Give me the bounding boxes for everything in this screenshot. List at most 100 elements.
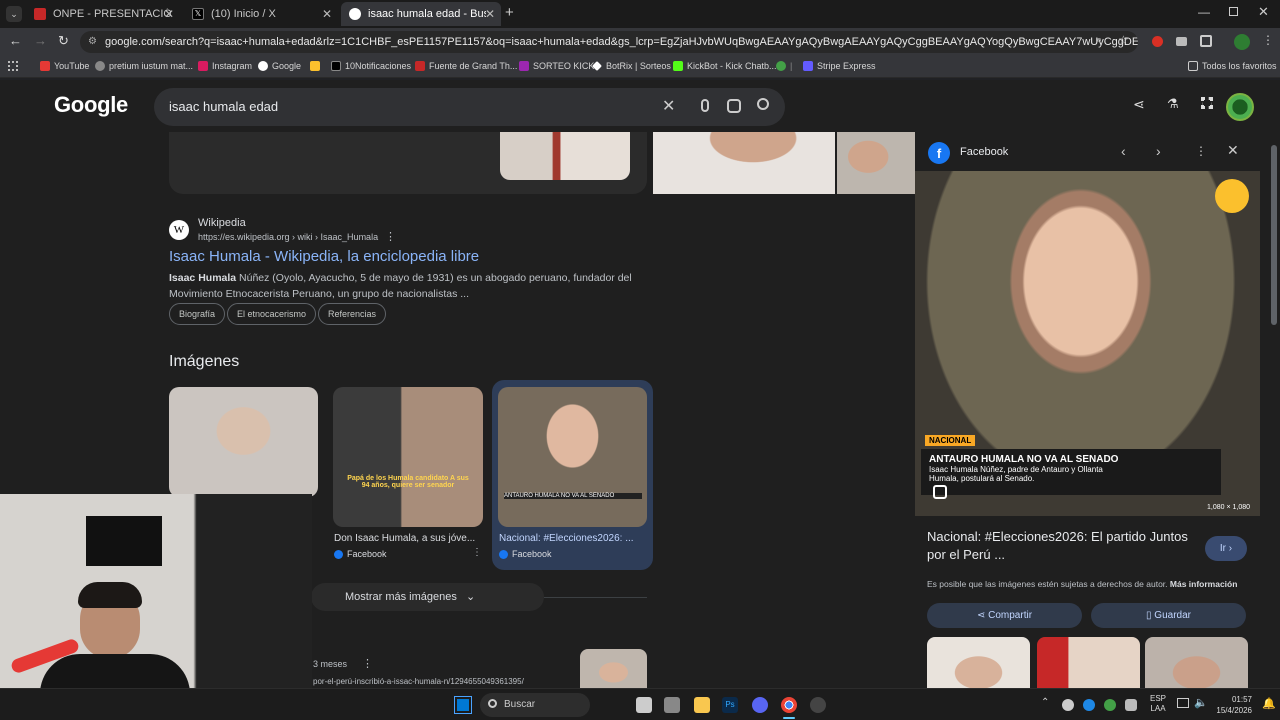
bookmark-notificaciones[interactable]: 10Notificaciones — [331, 61, 411, 71]
image-result-3[interactable]: ANTAURO HUMALA NO VA AL SENADO — [498, 387, 647, 527]
tab-onpe[interactable]: ONPE - PRESENTACIÓN DE RE ✕ — [26, 2, 180, 26]
chevron-left-icon[interactable]: ‹ — [1121, 143, 1126, 159]
chip-etnocacerismo[interactable]: El etnocacerismo — [227, 303, 317, 325]
clear-search-icon[interactable]: ✕ — [662, 96, 675, 116]
image-more-icon[interactable]: ⋮ — [472, 547, 482, 558]
chrome-icon[interactable] — [781, 697, 797, 713]
result-image-thumbnail[interactable] — [580, 649, 647, 688]
bookmark-whatsapp[interactable]: | — [776, 61, 792, 71]
related-image[interactable] — [1145, 637, 1248, 688]
result-image-thumbnail[interactable] — [653, 132, 835, 194]
address-bar[interactable]: ⚙ google.com/search?q=isaac+humala+edad&… — [80, 31, 1138, 53]
discord-icon[interactable] — [752, 697, 768, 713]
tab-google-search[interactable]: isaac humala edad - Buscar co ✕ — [341, 2, 501, 26]
image-caption[interactable]: Don Isaac Humala, a sus jóve... — [334, 533, 484, 544]
network-icon[interactable] — [1177, 698, 1189, 708]
panel-title[interactable]: Nacional: #Elecciones2026: El partido Ju… — [927, 528, 1197, 564]
search-icon[interactable] — [757, 98, 769, 110]
lens-search-icon[interactable] — [933, 485, 947, 499]
bookmark-kickbot[interactable]: KickBot - Kick Chatb... — [673, 61, 777, 71]
bookmark-botrix[interactable]: BotRix | Sorteos — [592, 61, 671, 71]
related-image[interactable] — [1037, 637, 1140, 688]
bookmark-instagram[interactable]: Instagram — [198, 61, 252, 71]
lens-search-icon[interactable] — [727, 99, 741, 113]
page-scrollbar[interactable] — [1271, 145, 1277, 325]
preview-image[interactable]: NACIONAL ANTAURO HUMALA NO VA AL SENADO … — [915, 171, 1260, 516]
bookmark-fuente[interactable]: Fuente de Grand Th... — [415, 61, 517, 71]
language-indicator[interactable]: ESP LAA — [1150, 694, 1166, 714]
printer-icon[interactable] — [664, 697, 680, 713]
related-image[interactable] — [927, 637, 1030, 688]
search-input[interactable]: isaac humala edad — [169, 99, 278, 114]
bookmark-google[interactable]: Google — [258, 61, 301, 71]
tray-icon[interactable] — [1104, 699, 1116, 711]
forward-icon[interactable]: → — [34, 33, 47, 48]
google-apps-icon[interactable] — [1201, 97, 1213, 109]
search-box[interactable]: isaac humala edad ✕ — [154, 88, 785, 126]
close-panel-icon[interactable]: ✕ — [1227, 142, 1239, 159]
tab-x[interactable]: 𝕏 (10) Inicio / X ✕ — [184, 2, 338, 26]
bookmark-star-icon[interactable]: ☆ — [1118, 33, 1129, 47]
notification-bell-icon[interactable]: 🔔 — [1262, 697, 1276, 710]
extension-icon[interactable] — [1176, 37, 1187, 46]
close-window-icon[interactable]: ✕ — [1258, 4, 1269, 20]
all-bookmarks-folder[interactable]: Todos los favoritos — [1188, 61, 1277, 71]
windows-start-icon[interactable] — [454, 696, 472, 714]
bookmark-stripe[interactable]: Stripe Express — [803, 61, 876, 71]
result-title-link[interactable]: Isaac Humala - Wikipedia, la enciclopedi… — [169, 248, 479, 265]
share-icon[interactable]: ⋖ — [1133, 96, 1145, 113]
new-tab-button[interactable]: + — [505, 4, 514, 21]
more-info-link[interactable]: Más información — [1170, 579, 1238, 589]
bookmark-pinwheel[interactable] — [310, 61, 324, 71]
extensions-puzzle-icon[interactable] — [1200, 35, 1212, 47]
profile-avatar[interactable] — [1234, 34, 1250, 50]
taskbar-search[interactable]: Buscar — [480, 693, 590, 717]
volume-icon[interactable]: 🔈 — [1194, 696, 1208, 709]
show-more-images-button[interactable]: Mostrar más imágenes ⌄ — [311, 583, 544, 611]
site-info-icon[interactable]: ⚙ — [88, 31, 97, 53]
image-result-1[interactable] — [169, 387, 318, 497]
photoshop-icon[interactable]: Ps — [722, 697, 738, 713]
bookmark-youtube[interactable]: YouTube — [40, 61, 89, 71]
chip-referencias[interactable]: Referencias — [318, 303, 387, 325]
clock[interactable]: 01:57 15/4/2026 — [1212, 694, 1252, 716]
zoom-search-icon[interactable]: ⌕ — [1096, 34, 1102, 47]
reload-icon[interactable]: ↻ — [58, 33, 69, 49]
tab-search-button[interactable]: ⌄ — [6, 6, 22, 22]
chip-biografia[interactable]: Biografía — [169, 303, 226, 325]
panel-menu-icon[interactable]: ⋮ — [1195, 144, 1207, 158]
bookmark-sorteo-kick[interactable]: SORTEO KICK — [519, 61, 594, 71]
google-icon — [258, 61, 268, 71]
tray-icon[interactable] — [1125, 699, 1137, 711]
bookmark-pretium[interactable]: pretium iustum mat... — [95, 61, 193, 71]
result-image-thumbnail[interactable] — [837, 132, 915, 194]
google-logo[interactable]: Google — [54, 92, 128, 118]
result-menu-icon[interactable]: ⋮ — [385, 230, 396, 243]
apps-grid-icon[interactable] — [8, 61, 18, 71]
result-menu-icon[interactable]: ⋮ — [362, 657, 373, 670]
close-tab-icon[interactable]: ✕ — [322, 7, 332, 21]
chevron-right-icon[interactable]: › — [1156, 143, 1161, 159]
show-hidden-icons[interactable]: ⌃ — [1041, 697, 1049, 708]
close-tab-icon[interactable]: ✕ — [485, 7, 495, 21]
tray-icon[interactable] — [1062, 699, 1074, 711]
save-button[interactable]: ▯ Guardar — [1091, 603, 1246, 628]
voice-search-icon[interactable] — [701, 99, 709, 112]
tray-icon[interactable] — [1083, 699, 1095, 711]
image-result-2[interactable]: Papá de los Humala candidato A sus 94 añ… — [333, 387, 483, 527]
menu-icon[interactable]: ⋮ — [1262, 33, 1274, 47]
app-icon[interactable] — [810, 697, 826, 713]
close-tab-icon[interactable]: ✕ — [164, 7, 174, 21]
back-icon[interactable]: ← — [9, 33, 22, 48]
labs-flask-icon[interactable]: ⚗ — [1167, 96, 1179, 112]
file-explorer-icon[interactable] — [694, 697, 710, 713]
minimize-icon[interactable]: — — [1198, 5, 1210, 19]
account-avatar[interactable] — [1226, 93, 1254, 121]
go-button[interactable]: Ir › — [1205, 536, 1247, 561]
task-view-icon[interactable] — [636, 697, 652, 713]
image-caption[interactable]: Nacional: #Elecciones2026: ... — [499, 533, 647, 544]
share-button[interactable]: ⋖ Compartir — [927, 603, 1082, 628]
result-image-thumbnail[interactable] — [500, 132, 630, 180]
restore-icon[interactable] — [1229, 7, 1238, 16]
extension-red-icon[interactable] — [1152, 36, 1163, 47]
